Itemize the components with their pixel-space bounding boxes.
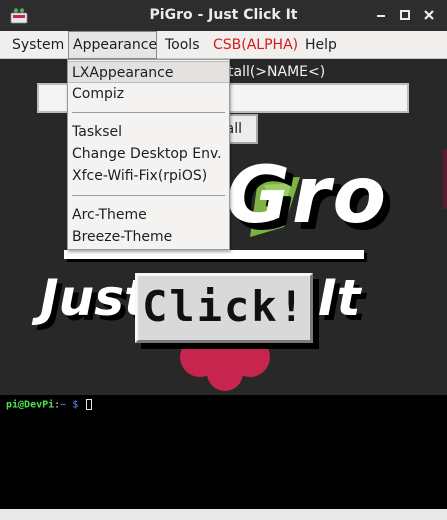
logo-it-text: It bbox=[318, 269, 361, 327]
menu-bar: System Appearance Tools CSB(ALPHA) Help bbox=[0, 31, 447, 59]
logo-just-text: Just bbox=[40, 269, 148, 327]
menu-separator bbox=[72, 195, 225, 196]
side-accent-bar bbox=[443, 149, 447, 209]
menu-item-compiz[interactable]: Compiz bbox=[68, 83, 229, 105]
app-window: PiGro - Just Click It System Appearance … bbox=[0, 0, 447, 520]
menu-item-xfce-wifi-fix[interactable]: Xfce-Wifi-Fix(rpiOS) bbox=[68, 165, 229, 187]
close-icon[interactable] bbox=[422, 8, 436, 22]
maximize-icon[interactable] bbox=[398, 8, 412, 22]
logo-underline bbox=[64, 250, 364, 259]
menu-separator bbox=[72, 112, 225, 113]
title-bar[interactable]: PiGro - Just Click It bbox=[0, 0, 447, 31]
menu-system[interactable]: System bbox=[8, 31, 68, 59]
menu-help[interactable]: Help bbox=[301, 31, 341, 59]
menu-item-arc-theme[interactable]: Arc-Theme bbox=[68, 204, 229, 226]
menu-item-tasksel[interactable]: Tasksel bbox=[68, 121, 229, 143]
menu-appearance[interactable]: Appearance bbox=[68, 31, 157, 59]
click-button[interactable]: Click! bbox=[135, 273, 313, 343]
terminal-cursor bbox=[86, 399, 93, 410]
bottom-edge bbox=[0, 509, 447, 520]
terminal-prompt-line: pi@DevPi:~ $ bbox=[6, 399, 93, 411]
logo-gro-text: Gro bbox=[226, 151, 389, 241]
menu-item-breeze-theme[interactable]: Breeze-Theme bbox=[68, 226, 229, 248]
menu-item-lxappearance[interactable]: LXAppearance bbox=[68, 61, 229, 83]
appearance-dropdown-menu: LXAppearance Compiz Tasksel Change Deskt… bbox=[67, 59, 230, 250]
terminal-panel[interactable]: pi@DevPi:~ $ bbox=[0, 395, 447, 509]
terminal-prompt: $ bbox=[66, 399, 85, 411]
terminal-user: pi@DevPi bbox=[6, 399, 55, 411]
menu-csb-alpha[interactable]: CSB(ALPHA) bbox=[209, 31, 302, 59]
install-label: tall(>NAME<) bbox=[228, 64, 326, 80]
menu-tools[interactable]: Tools bbox=[161, 31, 204, 59]
minimize-icon[interactable] bbox=[374, 8, 388, 22]
menu-item-change-desktop-env[interactable]: Change Desktop Env. bbox=[68, 143, 229, 165]
